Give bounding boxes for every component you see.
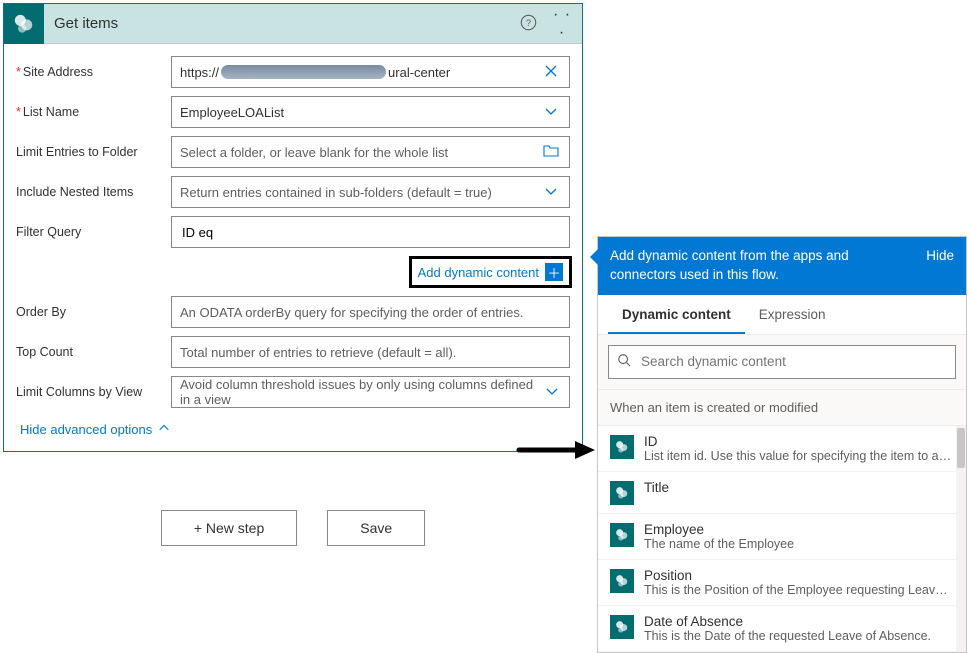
- add-dynamic-row: Add dynamic content ＋: [16, 256, 570, 288]
- dynamic-item-text: Date of AbsenceThis is the Date of the r…: [644, 614, 954, 643]
- hide-panel-link[interactable]: Hide: [926, 247, 954, 266]
- help-icon[interactable]: ?: [518, 14, 538, 34]
- dynamic-panel-header: Add dynamic content from the apps and co…: [598, 237, 966, 295]
- new-step-button[interactable]: + New step: [161, 510, 297, 546]
- filter-query-row: Filter Query: [16, 216, 570, 248]
- dynamic-tabs: Dynamic content Expression: [598, 295, 966, 335]
- plus-icon: ＋: [545, 263, 563, 281]
- more-icon[interactable]: · · ·: [552, 6, 572, 42]
- sharepoint-icon: [610, 615, 634, 639]
- dynamic-item-text: PositionThis is the Position of the Empl…: [644, 568, 954, 597]
- filter-query-input[interactable]: [171, 216, 570, 248]
- nested-input[interactable]: Return entries contained in sub-folders …: [171, 176, 570, 208]
- order-by-input[interactable]: An ODATA orderBy query for specifying th…: [171, 296, 570, 328]
- card-body: *Site Address https://ural-center *List …: [4, 44, 582, 451]
- dynamic-item[interactable]: EmployeeThe name of the Employee: [598, 514, 966, 560]
- dynamic-item[interactable]: PositionThis is the Position of the Empl…: [598, 560, 966, 606]
- nested-row: Include Nested Items Return entries cont…: [16, 176, 570, 208]
- sharepoint-icon: [610, 435, 634, 459]
- dynamic-panel-header-text: Add dynamic content from the apps and co…: [610, 247, 926, 285]
- dynamic-search-input[interactable]: [639, 353, 947, 370]
- limit-cols-row: Limit Columns by View Avoid column thres…: [16, 376, 570, 408]
- add-dynamic-content-button[interactable]: Add dynamic content ＋: [409, 256, 572, 288]
- card-title: Get items: [44, 15, 518, 32]
- sharepoint-icon: [610, 569, 634, 593]
- dynamic-item-title: ID: [644, 434, 954, 449]
- limit-folder-row: Limit Entries to Folder Select a folder,…: [16, 136, 570, 168]
- dynamic-item-desc: This is the Position of the Employee req…: [644, 583, 954, 597]
- dynamic-item-list: IDList item id. Use this value for speci…: [598, 426, 966, 652]
- list-name-input[interactable]: EmployeeLOAList: [171, 96, 570, 128]
- arrow-annotation: [515, 438, 595, 465]
- sharepoint-icon: [610, 481, 634, 505]
- redacted-url: [221, 65, 386, 79]
- scrollbar-thumb[interactable]: [957, 428, 965, 468]
- top-count-row: Top Count Total number of entries to ret…: [16, 336, 570, 368]
- list-name-row: *List Name EmployeeLOAList: [16, 96, 570, 128]
- nested-label: Include Nested Items: [16, 185, 171, 199]
- clear-icon[interactable]: [541, 64, 561, 81]
- limit-cols-label: Limit Columns by View: [16, 385, 171, 399]
- get-items-card: Get items ? · · · *Site Address https://…: [3, 3, 583, 452]
- dynamic-search[interactable]: [608, 345, 956, 379]
- dynamic-item-text: Title: [644, 480, 954, 495]
- chevron-down-icon[interactable]: [541, 104, 561, 121]
- dynamic-item-title: Employee: [644, 522, 954, 537]
- top-count-label: Top Count: [16, 345, 171, 359]
- dynamic-item-title: Date of Absence: [644, 614, 954, 629]
- sharepoint-icon: [610, 523, 634, 547]
- dynamic-content-panel: Add dynamic content from the apps and co…: [597, 236, 967, 653]
- scrollbar[interactable]: [956, 426, 966, 652]
- order-by-row: Order By An ODATA orderBy query for spec…: [16, 296, 570, 328]
- action-row: + New step Save: [3, 510, 583, 546]
- filter-query-text[interactable]: [180, 224, 561, 241]
- chevron-down-icon[interactable]: [543, 384, 561, 401]
- dynamic-item-desc: The name of the Employee: [644, 537, 954, 551]
- site-address-row: *Site Address https://ural-center: [16, 56, 570, 88]
- chevron-up-icon: [158, 422, 170, 437]
- dynamic-item-title: Position: [644, 568, 954, 583]
- card-header: Get items ? · · ·: [4, 4, 582, 44]
- dynamic-item-text: IDList item id. Use this value for speci…: [644, 434, 954, 463]
- filter-query-label: Filter Query: [16, 225, 171, 239]
- dynamic-item-title: Title: [644, 480, 954, 495]
- dynamic-item-text: EmployeeThe name of the Employee: [644, 522, 954, 551]
- dynamic-item-desc: This is the Date of the requested Leave …: [644, 629, 954, 643]
- order-by-label: Order By: [16, 305, 171, 319]
- dynamic-group-header: When an item is created or modified: [598, 389, 966, 426]
- top-count-input[interactable]: Total number of entries to retrieve (def…: [171, 336, 570, 368]
- site-address-input[interactable]: https://ural-center: [171, 56, 570, 88]
- tab-expression[interactable]: Expression: [745, 295, 840, 334]
- dynamic-item[interactable]: Date of AbsenceThis is the Date of the r…: [598, 606, 966, 652]
- search-icon: [617, 353, 631, 370]
- save-button[interactable]: Save: [327, 510, 425, 546]
- dynamic-item[interactable]: IDList item id. Use this value for speci…: [598, 426, 966, 472]
- tab-dynamic-content[interactable]: Dynamic content: [608, 295, 745, 334]
- chevron-down-icon[interactable]: [541, 184, 561, 201]
- hide-advanced-link[interactable]: Hide advanced options: [16, 416, 570, 445]
- sharepoint-icon: [4, 4, 44, 44]
- site-address-label: *Site Address: [16, 65, 171, 79]
- svg-text:?: ?: [525, 17, 530, 27]
- list-name-label: *List Name: [16, 105, 171, 119]
- folder-icon[interactable]: [541, 144, 561, 161]
- limit-folder-input[interactable]: Select a folder, or leave blank for the …: [171, 136, 570, 168]
- panel-pointer: [590, 249, 598, 265]
- dynamic-item-desc: List item id. Use this value for specify…: [644, 449, 954, 463]
- limit-cols-input[interactable]: Avoid column threshold issues by only us…: [171, 376, 570, 408]
- limit-folder-label: Limit Entries to Folder: [16, 145, 171, 159]
- dynamic-item[interactable]: Title: [598, 472, 966, 514]
- dynamic-search-wrap: [598, 335, 966, 389]
